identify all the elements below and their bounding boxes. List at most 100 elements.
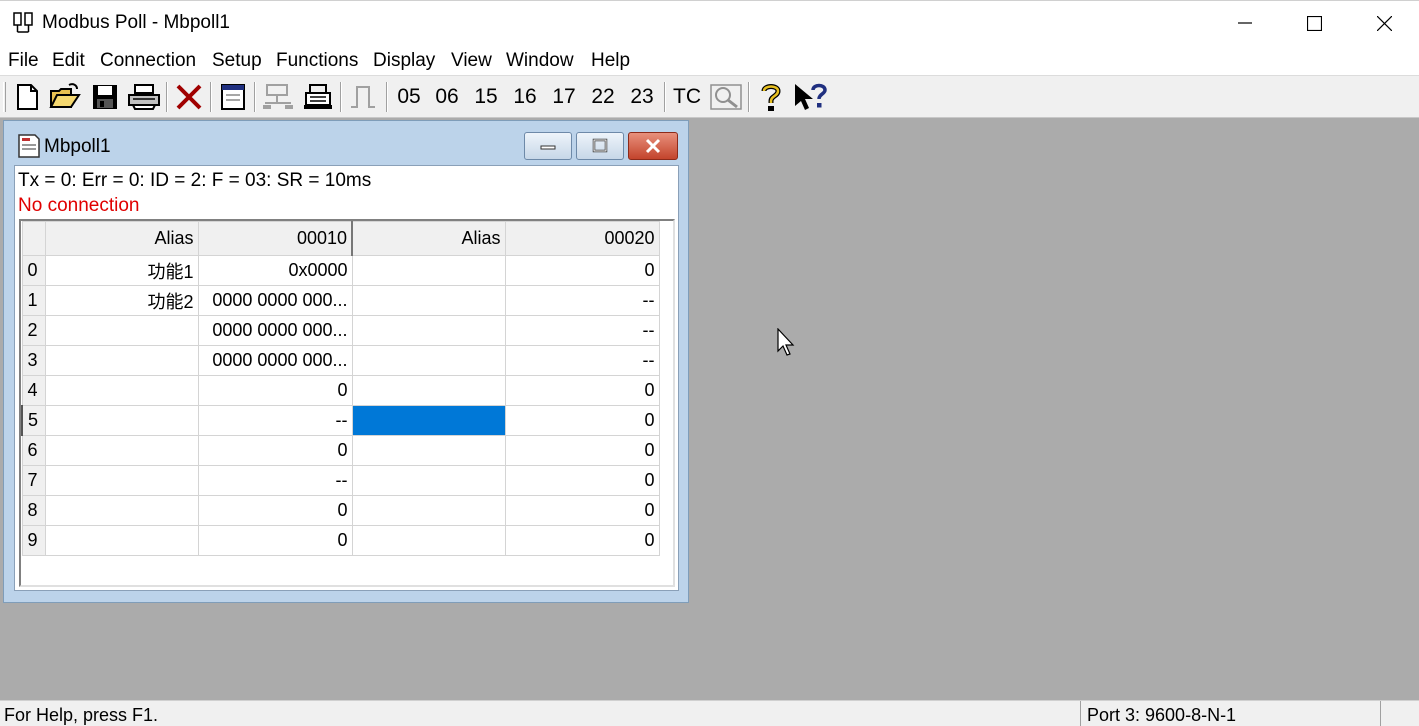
row-header-cell: 8 (21, 495, 46, 526)
value-cell[interactable]: 0x0000 (197, 255, 353, 286)
connect-button[interactable] (260, 80, 296, 114)
value-cell[interactable]: 0 (504, 435, 660, 466)
selected-cell[interactable] (351, 405, 506, 436)
save-button[interactable] (88, 80, 122, 114)
value-cell[interactable]: 0 (504, 525, 660, 556)
maximize-button[interactable] (1279, 1, 1349, 45)
row-header-cell: 5 (21, 405, 46, 436)
window-icon (221, 84, 245, 110)
child-restore-button[interactable] (576, 132, 624, 160)
tc-button[interactable]: TC (669, 80, 705, 114)
value-cell[interactable]: 0 (197, 375, 353, 406)
alias-cell[interactable] (44, 345, 199, 376)
value-cell[interactable]: 0 (504, 465, 660, 496)
connect-icon (263, 84, 293, 109)
alias-cell[interactable] (351, 345, 506, 376)
table-row: 0 功能1 0x0000 0 (21, 255, 660, 286)
disconnect-button[interactable] (300, 80, 336, 114)
menu-help[interactable]: Help (591, 50, 630, 72)
column-header-address-00010[interactable]: 00010 (197, 221, 353, 256)
toolbar-grip (3, 82, 6, 112)
alias-cell[interactable] (44, 525, 199, 556)
fc-22-button[interactable]: 22 (586, 80, 620, 114)
register-grid: Alias 00010 Alias 00020 0 功能1 0x0000 0 1 功能2 0… (19, 219, 675, 587)
alias-cell[interactable] (44, 465, 199, 496)
fc-23-button[interactable]: 23 (625, 80, 659, 114)
help-button[interactable] (754, 80, 788, 114)
fc-16-button[interactable]: 16 (508, 80, 542, 114)
fc-15-button[interactable]: 15 (469, 80, 503, 114)
value-cell[interactable]: 0000 0000 000... (197, 345, 353, 376)
value-cell[interactable]: -- (504, 315, 660, 346)
menu-setup[interactable]: Setup (212, 50, 262, 72)
alias-cell[interactable] (351, 525, 506, 556)
close-icon (1376, 15, 1392, 31)
alias-cell[interactable]: 功能1 (44, 255, 199, 286)
alias-cell[interactable] (351, 315, 506, 346)
value-cell[interactable]: -- (504, 285, 660, 316)
menu-edit[interactable]: Edit (52, 50, 85, 72)
new-document-icon (17, 84, 38, 110)
alias-cell[interactable] (44, 315, 199, 346)
new-button[interactable] (12, 80, 42, 114)
fc-17-button[interactable]: 17 (547, 80, 581, 114)
open-button[interactable] (48, 80, 82, 114)
child-close-button[interactable] (628, 132, 678, 160)
child-minimize-button[interactable] (524, 132, 572, 160)
table-row: 3 0000 0000 000... -- (21, 345, 660, 376)
alias-cell[interactable] (351, 495, 506, 526)
corner-header-cell (21, 221, 46, 256)
alias-cell[interactable] (351, 285, 506, 316)
menu-window[interactable]: Window (506, 50, 574, 72)
alias-cell[interactable]: 功能2 (44, 285, 199, 316)
mbpoll-child-window[interactable]: Mbpoll1 Tx = 0: Err = 0: ID = 2: F = 03:… (3, 120, 689, 603)
toolbar-separator (386, 82, 388, 112)
value-cell[interactable]: -- (504, 345, 660, 376)
alias-cell[interactable] (44, 435, 199, 466)
alias-cell[interactable] (44, 495, 199, 526)
row-header-cell: 6 (21, 435, 46, 466)
alias-cell[interactable] (44, 405, 199, 436)
minimize-button[interactable] (1210, 1, 1280, 45)
value-cell[interactable]: -- (197, 465, 353, 496)
context-help-button[interactable] (792, 80, 828, 114)
print-button[interactable] (126, 80, 162, 114)
alias-cell[interactable] (351, 255, 506, 286)
column-header-address-00020[interactable]: 00020 (504, 221, 660, 256)
value-cell[interactable]: 0 (504, 405, 660, 436)
menu-view[interactable]: View (451, 50, 492, 72)
menu-display[interactable]: Display (373, 50, 435, 72)
value-cell[interactable]: 0 (504, 255, 660, 286)
delete-button[interactable] (172, 80, 206, 114)
fc-06-button[interactable]: 06 (430, 80, 464, 114)
menu-connection[interactable]: Connection (100, 50, 196, 72)
pulse-button[interactable] (346, 80, 380, 114)
column-header-alias-1[interactable]: Alias (44, 221, 199, 256)
row-header-cell: 7 (21, 465, 46, 496)
window-button[interactable] (216, 80, 250, 114)
value-cell[interactable]: 0 (197, 525, 353, 556)
value-cell[interactable]: -- (197, 405, 353, 436)
alias-cell[interactable] (351, 465, 506, 496)
value-cell[interactable]: 0000 0000 000... (197, 315, 353, 346)
row-header-cell: 2 (21, 315, 46, 346)
menu-file[interactable]: File (8, 50, 39, 72)
monitor-button[interactable] (708, 80, 744, 114)
toolbar-separator (210, 82, 212, 112)
fc-05-button[interactable]: 05 (392, 80, 426, 114)
alias-cell[interactable] (44, 375, 199, 406)
value-cell[interactable]: 0 (197, 495, 353, 526)
value-cell[interactable]: 0 (504, 375, 660, 406)
context-help-icon (795, 83, 827, 110)
column-header-alias-2[interactable]: Alias (351, 221, 506, 256)
table-row: 6 0 0 (21, 435, 660, 466)
alias-cell[interactable] (351, 435, 506, 466)
menu-functions[interactable]: Functions (276, 50, 358, 72)
value-cell[interactable]: 0000 0000 000... (197, 285, 353, 316)
open-folder-icon (49, 83, 81, 108)
alias-cell[interactable] (351, 375, 506, 406)
close-button[interactable] (1349, 1, 1419, 45)
table-row: 2 0000 0000 000... -- (21, 315, 660, 346)
value-cell[interactable]: 0 (504, 495, 660, 526)
value-cell[interactable]: 0 (197, 435, 353, 466)
